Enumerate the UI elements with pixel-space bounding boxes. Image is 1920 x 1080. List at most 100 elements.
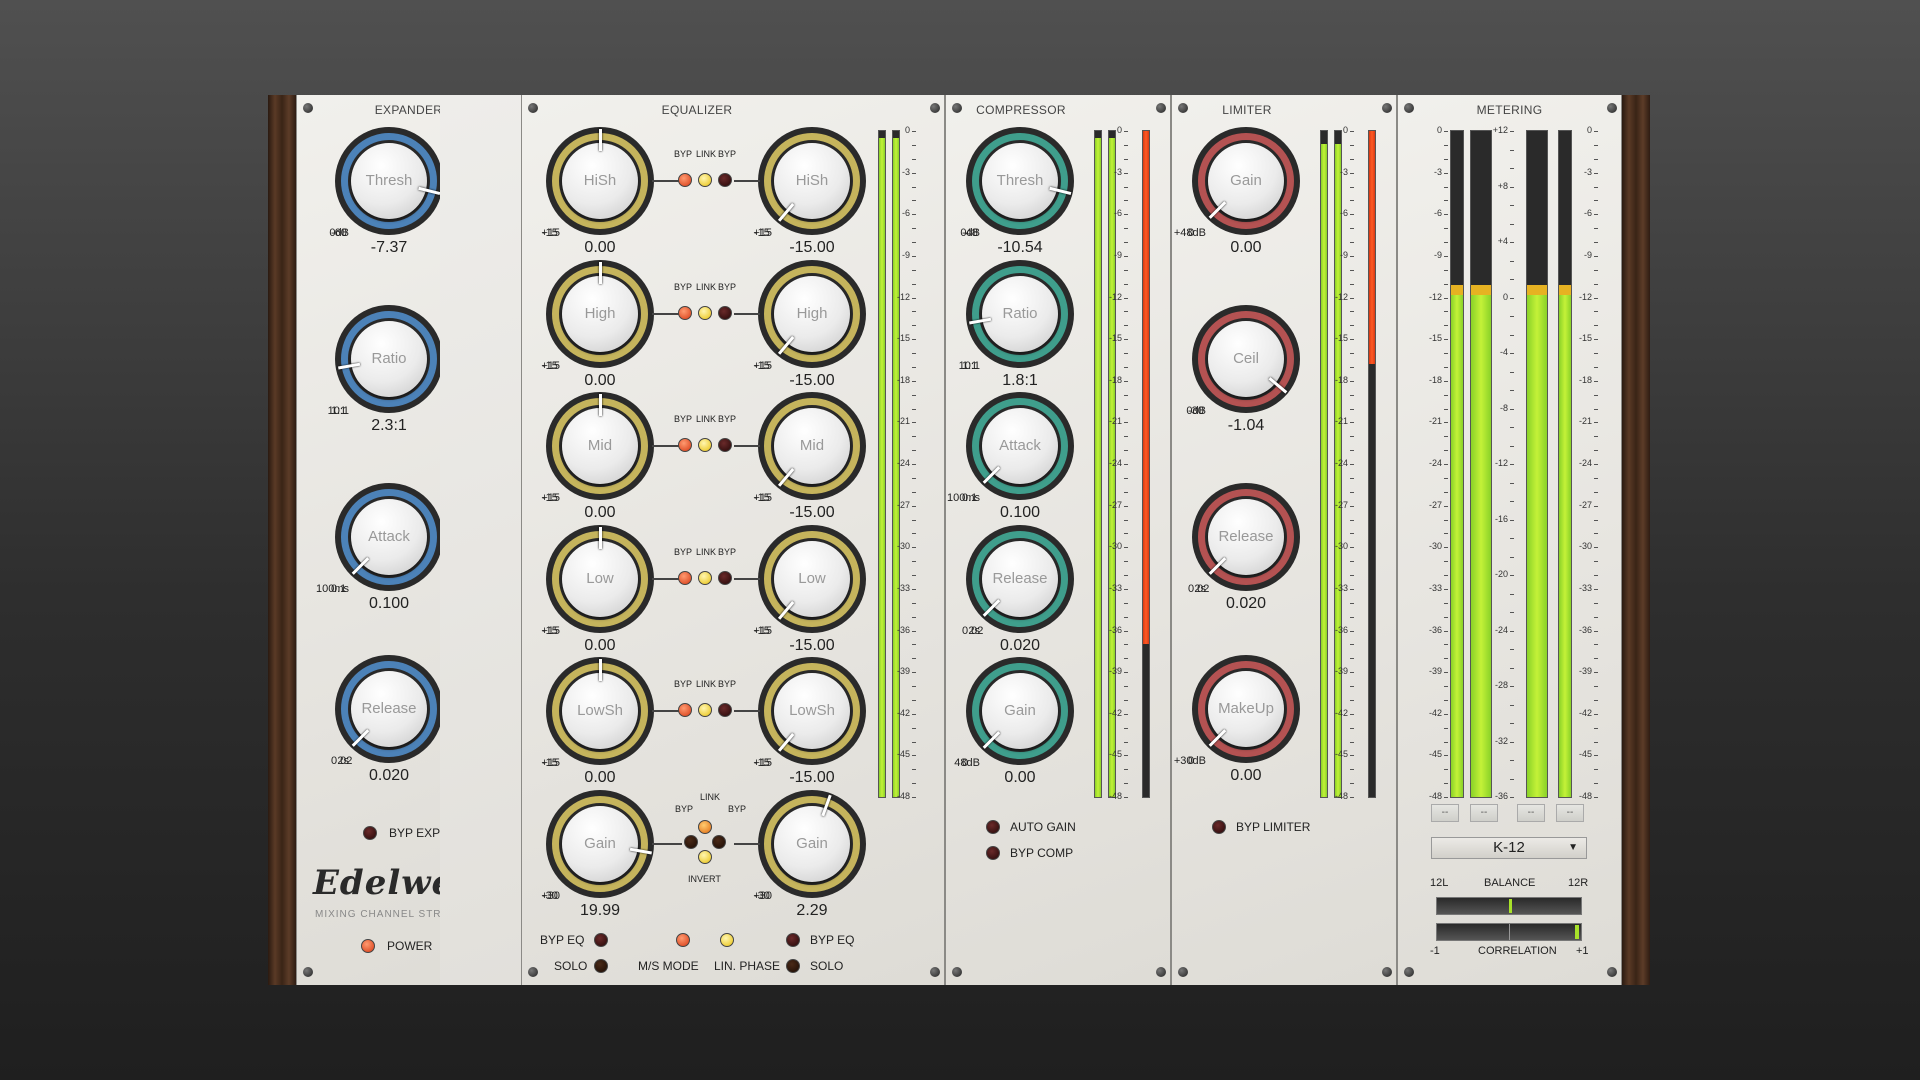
scale-tick xyxy=(912,158,916,160)
scale-tick-label: -18 xyxy=(896,374,910,385)
eq-right-bypass-led[interactable] xyxy=(718,173,732,187)
scale-tick xyxy=(1510,186,1514,188)
eq-connector xyxy=(734,578,760,580)
scale-tick xyxy=(1350,477,1354,479)
eq-link-led[interactable] xyxy=(698,571,712,585)
eq-right-bypass-led[interactable] xyxy=(718,438,732,452)
scale-tick-label: -45 xyxy=(896,749,910,760)
eq-left-bypass-led[interactable] xyxy=(678,438,692,452)
scale-tick-label: -48 xyxy=(1334,791,1348,801)
scale-tick xyxy=(1124,741,1128,743)
eq-byp-label: BYP xyxy=(728,804,747,814)
scale-tick xyxy=(1444,658,1448,660)
eq-link-led[interactable] xyxy=(698,438,712,452)
eq-left-bypass-led[interactable] xyxy=(678,571,692,585)
scale-tick xyxy=(912,699,916,701)
scale-tick xyxy=(1350,616,1354,618)
expander-bypass-label: BYP EXP xyxy=(389,826,441,840)
scale-tick xyxy=(1124,283,1128,285)
scale-tick xyxy=(1124,519,1128,521)
scale-tick-label: -27 xyxy=(896,499,910,510)
eq-link-led[interactable] xyxy=(698,703,712,717)
scale-tick xyxy=(912,450,916,452)
balance-left-label: 12L xyxy=(1430,877,1449,889)
scale-tick xyxy=(1510,242,1514,243)
scale-tick-label: -3 xyxy=(901,166,910,177)
scale-tick xyxy=(1350,519,1354,521)
scale-tick-label: -21 xyxy=(896,416,910,427)
screw-icon xyxy=(952,967,962,977)
scale-tick xyxy=(1444,713,1448,715)
scale-tick xyxy=(1444,311,1448,313)
eq-right-value: -15.00 xyxy=(789,504,835,521)
scale-tick xyxy=(1124,394,1128,396)
auto-gain-led[interactable] xyxy=(986,820,1000,834)
scale-tick-label: -3 xyxy=(1113,166,1122,177)
eq-link-led[interactable] xyxy=(698,173,712,187)
scale-tick xyxy=(1124,505,1128,507)
scale-tick-label: -45 xyxy=(1428,749,1442,760)
scale-tick xyxy=(1594,491,1598,493)
scale-tick xyxy=(1350,783,1354,785)
scale-tick xyxy=(1444,519,1448,521)
scale-tick xyxy=(1350,464,1354,465)
scale-tick xyxy=(1124,783,1128,785)
scale-tick xyxy=(1594,269,1598,271)
eq-left-bypass-led[interactable] xyxy=(678,306,692,320)
scale-tick xyxy=(1350,561,1354,563)
scale-tick xyxy=(1124,408,1128,410)
scale-tick-label: -45 xyxy=(1334,749,1348,760)
scale-tick xyxy=(1594,255,1598,257)
metering-mode-select[interactable]: K-12 ▼ xyxy=(1431,837,1587,859)
compressor-bypass-led[interactable] xyxy=(986,846,1000,860)
scale-tick xyxy=(1350,602,1354,604)
scale-tick-label: -48 xyxy=(1428,791,1442,801)
eq-ms-mode-led[interactable] xyxy=(676,933,690,947)
scale-tick xyxy=(1510,704,1514,706)
scale-tick xyxy=(1444,255,1448,257)
scale-tick xyxy=(1510,538,1514,539)
eq-byp-eq-left-led[interactable] xyxy=(594,933,608,947)
eq-left-bypass-led[interactable] xyxy=(678,173,692,187)
scale-tick xyxy=(1510,297,1514,299)
eq-invert-led[interactable] xyxy=(698,850,712,864)
eq-right-bypass-led[interactable] xyxy=(718,571,732,585)
eq-right-bypass-led[interactable] xyxy=(718,703,732,717)
eq-right-bypass-led[interactable] xyxy=(718,306,732,320)
scale-tick xyxy=(1444,353,1448,354)
eq-gain-left-bypass-led[interactable] xyxy=(684,835,698,849)
expander-bypass-led[interactable] xyxy=(363,826,377,840)
scale-tick xyxy=(1444,325,1448,327)
eq-link-led[interactable] xyxy=(698,306,712,320)
compressor-title: COMPRESSOR xyxy=(976,103,1066,117)
scale-tick xyxy=(1594,325,1598,327)
limiter-bypass-led[interactable] xyxy=(1212,820,1226,834)
scale-tick xyxy=(1444,158,1448,160)
compressor-ratio-value: 1.8:1 xyxy=(1002,372,1038,389)
eq-left-bypass-led[interactable] xyxy=(678,703,692,717)
scale-tick xyxy=(912,131,916,132)
scale-tick xyxy=(912,713,916,715)
scale-tick xyxy=(1350,339,1354,341)
eq-solo-right-led[interactable] xyxy=(786,959,800,973)
scale-tick xyxy=(1510,575,1514,576)
scale-tick xyxy=(912,200,916,202)
scale-tick xyxy=(1594,519,1598,521)
screw-icon xyxy=(1382,967,1392,977)
scale-tick-label: -4 xyxy=(1499,347,1508,357)
scale-tick xyxy=(1594,283,1598,285)
eq-solo-left-led[interactable] xyxy=(594,959,608,973)
eq-gain-right-bypass-led[interactable] xyxy=(712,835,726,849)
limiter-makeup-value: 0.00 xyxy=(1230,767,1262,784)
power-led[interactable] xyxy=(361,939,375,953)
eq-connector xyxy=(734,313,760,315)
scale-tick xyxy=(1350,394,1354,396)
scale-tick xyxy=(1444,366,1448,368)
eq-byp-eq-right-led[interactable] xyxy=(786,933,800,947)
scale-tick xyxy=(1594,602,1598,604)
scale-tick xyxy=(1124,713,1128,715)
eq-gain-link-led[interactable] xyxy=(698,820,712,834)
scale-tick xyxy=(1510,501,1514,502)
correlation-min-label: -1 xyxy=(1430,945,1440,957)
eq-lin-phase-led[interactable] xyxy=(720,933,734,947)
